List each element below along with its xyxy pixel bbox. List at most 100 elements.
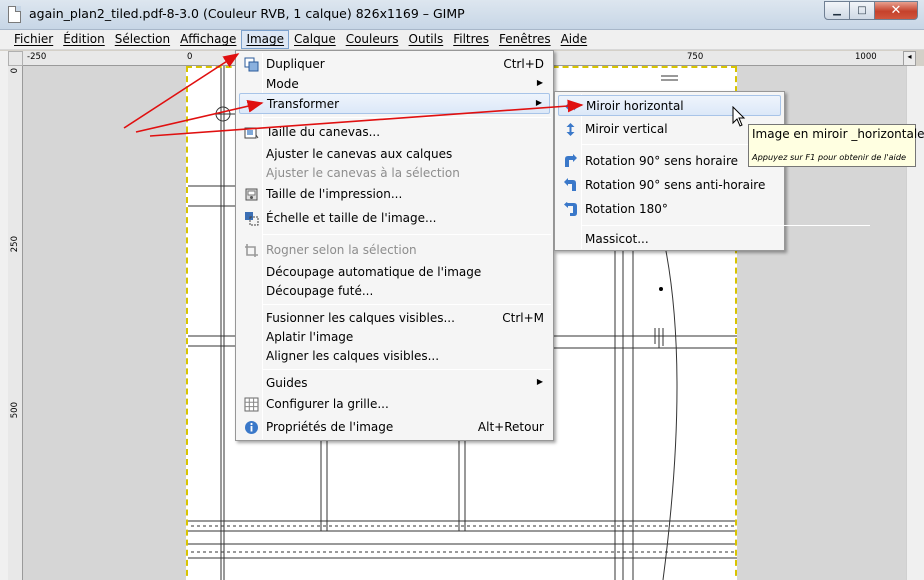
menu-label: Mode [266,77,299,91]
menu-taille-impression[interactable]: Taille de l'impression... [239,184,550,205]
ruler-label: 250 [10,236,20,253]
menu-decoupage-fute[interactable]: Découpage futé... [239,281,550,302]
menu-ajuster-calques[interactable]: Ajuster le canevas aux calques [239,144,550,165]
submenu-arrow-icon: ▶ [536,78,543,87]
menu-label: Miroir vertical [585,122,668,136]
menu-label: Dupliquer [266,57,325,71]
submenu-arrow-icon: ▶ [535,98,542,107]
menu-label: Miroir horizontal [586,99,684,113]
menu-label: Configurer la grille... [266,397,389,411]
menu-outils[interactable]: Outils [404,30,449,49]
menu-rogner[interactable]: Rogner selon la sélection [239,240,550,261]
menu-label: Ajuster le canevas aux calques [266,147,453,161]
scale-icon [245,212,259,226]
menu-label: Rogner selon la sélection [266,243,417,257]
menu-label: Massicot... [585,232,649,246]
menu-guides[interactable]: Guides ▶ [239,373,550,394]
transform-submenu: Miroir horizontal Miroir vertical Rotati… [554,91,870,251]
menu-fenetres[interactable]: Fenêtres [494,30,556,49]
menu-separator [263,304,551,305]
menu-bar: Fichier Édition Sélection Affichage Imag… [0,30,924,50]
window-title: again_plan2_tiled.pdf-8-3.0 (Couleur RVB… [29,6,465,21]
menu-affichage[interactable]: Affichage [175,30,241,49]
mouse-cursor-icon [732,106,746,127]
menu-decoupage-auto[interactable]: Découpage automatique de l'image [239,262,550,283]
menu-aide[interactable]: Aide [556,30,593,49]
menu-label: Propriétés de l'image [266,420,394,434]
ruler-label: 500 [10,402,20,419]
window-controls: ▁ □ ✕ [824,1,918,20]
ruler-label: -250 [27,52,47,62]
menu-ajuster-selection[interactable]: Ajuster le canevas à la sélection [239,163,550,184]
vertical-ruler[interactable]: 0 250 500 [8,66,23,580]
rotate-cw-icon [565,154,577,167]
menu-calque[interactable]: Calque [289,30,341,49]
submenu-arrow-icon: ▶ [536,377,543,386]
menu-fusionner[interactable]: Fusionner les calques visibles... Ctrl+M [239,308,550,329]
left-edge [0,51,8,580]
menu-shortcut: Ctrl+M [502,311,544,325]
menu-label: Fusionner les calques visibles... [266,311,455,325]
menu-label: Transformer [267,97,340,111]
menu-label: Taille du canevas... [266,125,381,139]
tooltip-hint: Appuyez sur F1 pour obtenir de l'aide [752,152,907,162]
menu-edition[interactable]: Édition [58,30,110,49]
menu-rotation-180[interactable]: Rotation 180° [558,199,781,220]
menu-image[interactable]: Image [241,30,290,49]
menu-label: Échelle et taille de l'image... [266,211,437,225]
close-button[interactable]: ✕ [874,1,918,20]
menu-label: Rotation 90° sens horaire [585,154,739,168]
menu-separator [263,117,551,118]
ruler-label: 1000 [855,52,877,62]
menu-shortcut: Ctrl+D [503,57,544,71]
flip-vertical-icon [566,123,575,136]
grid-icon [244,397,259,412]
menu-selection[interactable]: Sélection [110,30,175,49]
menu-dupliquer[interactable]: Dupliquer Ctrl+D [239,54,550,75]
menu-transformer[interactable]: Transformer ▶ [239,93,550,114]
menu-fichier[interactable]: Fichier [9,30,58,49]
menu-echelle[interactable]: Échelle et taille de l'image... [239,208,550,229]
minimize-button[interactable]: ▁ [824,1,850,20]
menu-shortcut: Alt+Retour [477,420,544,434]
document-icon [8,6,21,23]
ruler-label: 0 [10,68,20,74]
menu-label: Rotation 180° [585,202,668,216]
canvas-size-icon [244,127,259,139]
menu-label: Aligner les calques visibles... [266,349,440,363]
menu-label: Rotation 90° sens anti-horaire [585,178,766,192]
title-bar: again_plan2_tiled.pdf-8-3.0 (Couleur RVB… [0,0,924,30]
menu-aplatir[interactable]: Aplatir l'image [239,327,550,348]
ruler-label: 750 [687,52,704,62]
rotate-180-icon [564,202,577,216]
menu-taille-canevas[interactable]: Taille du canevas... [239,122,550,143]
menu-label: Découpage futé... [266,284,374,298]
menu-separator [263,369,551,370]
crop-icon [245,244,258,257]
navigate-icon[interactable]: ◂ [903,51,916,66]
menu-label: Guides [266,376,308,390]
tooltip: Image en miroir _horizontale Appuyez sur… [748,124,924,167]
menu-massicot[interactable]: Massicot... [558,229,781,250]
menu-mode[interactable]: Mode ▶ [239,74,550,95]
flip-horizontal-icon [565,102,578,111]
info-icon [245,421,258,434]
print-size-icon [245,188,258,201]
menu-label: Taille de l'impression... [266,187,403,201]
image-menu: Dupliquer Ctrl+D Mode ▶ Transformer ▶ Ta… [235,50,554,441]
menu-separator [582,225,870,226]
maximize-button[interactable]: □ [849,1,875,20]
menu-aligner[interactable]: Aligner les calques visibles... [239,346,550,367]
menu-filtres[interactable]: Filtres [448,30,494,49]
menu-proprietes[interactable]: Propriétés de l'image Alt+Retour [239,417,550,438]
menu-couleurs[interactable]: Couleurs [341,30,404,49]
ruler-label: 0 [187,52,193,62]
menu-label: Ajuster le canevas à la sélection [266,166,460,180]
menu-miroir-horizontal[interactable]: Miroir horizontal [558,95,781,116]
menu-separator [263,234,551,235]
tooltip-title: Image en miroir _horizontale [752,127,924,141]
duplicate-icon [244,57,259,72]
menu-rotation-90-anti[interactable]: Rotation 90° sens anti-horaire [558,175,781,196]
quick-mask-toggle[interactable] [8,51,23,66]
menu-grille[interactable]: Configurer la grille... [239,394,550,415]
